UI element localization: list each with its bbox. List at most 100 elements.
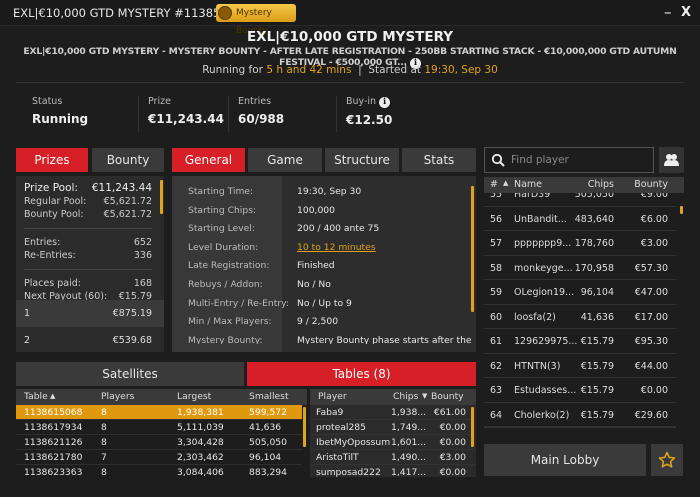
player-chips: €15.79 — [580, 360, 614, 372]
table-players: 8 — [101, 467, 107, 477]
stat-prize: Prize €11,243.44 — [148, 96, 224, 126]
col-largest[interactable]: Largest — [177, 391, 211, 402]
main-lobby-button[interactable]: Main Lobby — [484, 444, 646, 476]
player-row[interactable]: 59 OLegion19... 96,104 €47.00 — [484, 280, 676, 305]
player-row[interactable]: 58 monkeyge... 170,958 €57.30 — [484, 256, 676, 280]
player-bounty: €95.30 — [634, 336, 668, 347]
table-player-row[interactable]: IbetMyOpossum 1,601... €0.00 — [310, 435, 476, 450]
scrollbar[interactable] — [471, 407, 474, 447]
col-players[interactable]: Players — [101, 391, 134, 402]
tp-name: IbetMyOpossum — [316, 437, 391, 448]
stat-status: Status Running — [32, 96, 88, 126]
table-largest: 3,304,428 — [177, 437, 224, 448]
tables-list: 1138615068 8 1,938,381 599,572 1138617934 8 5,… — [16, 405, 302, 477]
player-chips: 178,760 — [574, 238, 614, 249]
col-chips[interactable]: Chips — [393, 391, 418, 402]
tp-name: Faba9 — [316, 407, 344, 418]
stat-entries: Entries 60/988 — [238, 96, 284, 126]
scrollbar[interactable] — [680, 206, 683, 214]
player-row[interactable]: 63 Estudasses... €15.79 €0.00 — [484, 378, 676, 403]
player-name: HTNTN(3) — [514, 360, 561, 372]
table-row[interactable]: 1138621780 7 2,303,462 96,104 — [16, 450, 302, 465]
player-bounty: €17.00 — [634, 311, 668, 323]
player-rank: 60 — [490, 311, 503, 323]
player-name: Estudasses... — [514, 385, 577, 396]
player-row[interactable]: 56 UnBandit... 483,640 €6.00 — [484, 207, 676, 231]
player-bounty: €44.00 — [634, 360, 668, 372]
star-icon — [658, 451, 676, 468]
tab-tables[interactable]: Tables (8) — [247, 362, 476, 386]
table-row[interactable]: 1138621126 8 3,304,428 505,050 — [16, 435, 302, 450]
info-icon[interactable]: i — [379, 97, 391, 108]
col-table[interactable]: Table — [24, 391, 48, 402]
player-row[interactable]: 61 129629975... €15.79 €95.30 — [484, 329, 676, 354]
table-row[interactable]: 1138623363 8 3,084,406 883,294 — [16, 465, 302, 477]
table-player-row[interactable]: proteal285 1,749... €0.00 — [310, 420, 476, 435]
player-row[interactable]: 57 ppppppp9... 178,760 €3.00 — [484, 231, 676, 256]
table-largest: 5,111,039 — [177, 422, 224, 433]
col-smallest[interactable]: Smallest — [249, 391, 289, 402]
table-row[interactable]: 1138617934 8 5,111,039 41,636 — [16, 420, 302, 435]
tab-stats[interactable]: Stats — [402, 148, 476, 172]
table-id: 1138617934 — [24, 422, 83, 433]
tp-name: proteal285 — [316, 422, 367, 433]
player-rank: 64 — [490, 409, 503, 421]
tp-bounty: €3.00 — [439, 452, 466, 463]
table-player-row[interactable]: sumposad222 1,417... €0.00 — [310, 465, 476, 477]
table-player-row[interactable]: Faba9 1,938... €61.00 — [310, 405, 476, 420]
player-row[interactable]: 64 Cholerko(2) €15.79 €29.60 — [484, 403, 676, 427]
stat-buyin: Buy-in i €12.50 — [346, 96, 392, 127]
player-name: Cholerko(2) — [514, 409, 570, 421]
divider — [138, 96, 139, 132]
tp-chips: 1,749... — [391, 422, 427, 433]
tp-chips: 1,601... — [391, 437, 427, 448]
table-row[interactable]: 1138615068 8 1,938,381 599,572 — [16, 405, 302, 420]
stat-value: €12.50 — [346, 113, 393, 127]
tab-structure[interactable]: Structure — [325, 148, 399, 172]
tab-bounty[interactable]: Bounty — [92, 148, 164, 172]
player-bounty: €47.00 — [634, 287, 668, 298]
table-id: 1138623363 — [24, 467, 83, 477]
sort-up-icon: ▲ — [503, 179, 509, 187]
table-largest: 1,938,381 — [177, 407, 224, 418]
started-label: Started at — [368, 64, 422, 76]
player-chips: 483,640 — [574, 213, 614, 225]
player-name: loosfa(2) — [514, 311, 556, 323]
close-button[interactable]: X — [681, 5, 691, 20]
player-bounty: €0.00 — [640, 385, 668, 396]
favorite-button[interactable] — [651, 444, 683, 476]
col-name[interactable]: Name — [514, 179, 542, 190]
scrollbar[interactable] — [303, 407, 306, 447]
divider — [484, 427, 676, 428]
table-player-row[interactable]: AristoTilT 1,490... €3.00 — [310, 450, 476, 465]
col-bounty[interactable]: Bounty — [431, 391, 464, 402]
col-player[interactable]: Player — [318, 391, 347, 402]
player-chips: €15.79 — [580, 385, 614, 396]
players-group-button[interactable] — [659, 147, 684, 173]
minimize-button[interactable]: – — [664, 3, 672, 21]
table-players-list: Faba9 1,938... €61.00 proteal285 1,749... €0.… — [310, 405, 476, 477]
tab-prizes[interactable]: Prizes — [16, 148, 88, 172]
player-bounty: €6.00 — [640, 213, 668, 225]
running-info: Running for 5 h and 42 mins | Started at… — [0, 64, 700, 76]
stat-label: Prize — [148, 96, 171, 107]
tp-name: AristoTilT — [316, 452, 359, 463]
search-input[interactable]: Find player — [484, 147, 654, 173]
tab-game[interactable]: Game — [248, 148, 322, 172]
player-row[interactable]: 60 loosfa(2) 41,636 €17.00 — [484, 305, 676, 329]
col-rank[interactable]: # — [490, 179, 498, 190]
table-players: 8 — [101, 437, 107, 448]
running-label: Running for — [202, 64, 263, 76]
tab-satellites[interactable]: Satellites — [16, 362, 244, 386]
table-id: 1138615068 — [24, 407, 83, 418]
users-icon — [664, 154, 679, 166]
player-row[interactable]: 62 HTNTN(3) €15.79 €44.00 — [484, 354, 676, 378]
tab-general[interactable]: General — [172, 148, 245, 172]
col-chips[interactable]: Chips — [577, 179, 614, 190]
player-bounty: €29.60 — [634, 409, 668, 421]
player-name: ppppppp9... — [514, 238, 572, 249]
started-value: 19:30, Sep 30 — [424, 64, 498, 76]
col-bounty[interactable]: Bounty — [624, 179, 668, 190]
table-largest: 2,303,462 — [177, 452, 224, 463]
tp-bounty: €61.00 — [433, 407, 466, 418]
